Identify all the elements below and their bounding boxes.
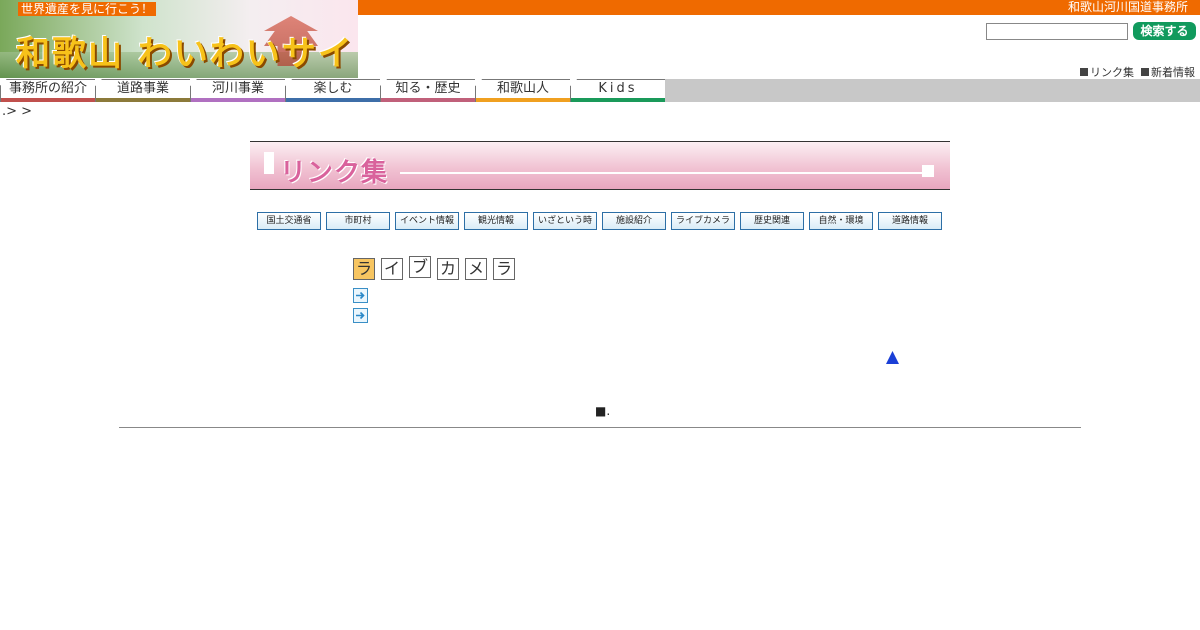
tab-corner [285,79,292,86]
footer-mark: ■. [595,404,611,418]
heading-char: ラ [353,258,375,280]
tab-corner [95,79,102,86]
site-logo[interactable]: 世界遺産を見に行こう！ 和歌山 わいわいサイト [0,0,358,78]
heading-char: メ [465,258,487,280]
category-button-mlit[interactable]: 国土交通省 [257,212,321,230]
heading-char: イ [381,258,403,280]
tab-corner [380,79,387,86]
category-button-tourism[interactable]: 観光情報 [464,212,528,230]
util-link-label: リンク集 [1090,66,1134,79]
title-line [400,172,922,174]
tab-label: 道路事業 [116,81,169,96]
util-link-links[interactable]: リンク集 [1080,64,1134,80]
util-link-label: 新着情報 [1151,66,1195,79]
category-button-municipalities[interactable]: 市町村 [326,212,390,230]
page-title: リンク集 [280,158,389,188]
arrow-right-icon[interactable] [353,288,368,303]
tab-corner [190,79,197,86]
category-button-events[interactable]: イベント情報 [395,212,459,230]
square-bullet-icon [1080,68,1088,76]
tab-color-bar [191,98,285,102]
page-title-banner: リンク集 [250,142,950,190]
heading-char: ブ [409,256,431,278]
tab-enjoy[interactable]: 楽しむ [285,79,380,102]
tab-road[interactable]: 道路事業 [95,79,190,102]
tab-river[interactable]: 河川事業 [190,79,285,102]
org-name: 和歌山河川国道事務所 [1067,0,1188,14]
tab-label: 知る・歴史 [395,81,461,96]
heading-char: カ [437,258,459,280]
tab-label: Kids [598,81,638,96]
tab-label: 河川事業 [211,81,264,96]
arrow-right-icon[interactable] [353,308,368,323]
triangle-up-icon[interactable] [885,350,900,365]
category-button-emergency[interactable]: いざという時 [533,212,597,230]
util-link-news[interactable]: 新着情報 [1141,64,1195,80]
tab-history[interactable]: 知る・歴史 [380,79,475,102]
tab-label: 事務所の紹介 [8,81,87,96]
tab-color-bar [96,98,190,102]
tab-label: 楽しむ [313,81,353,96]
tab-people[interactable]: 和歌山人 [475,79,570,102]
category-button-nature[interactable]: 自然・環境 [809,212,873,230]
tab-color-bar [1,98,95,102]
tab-label: 和歌山人 [496,81,549,96]
category-button-live-camera[interactable]: ライブカメラ [671,212,735,230]
tab-color-bar [381,98,475,102]
category-button-history[interactable]: 歴史関連 [740,212,804,230]
tab-corner [570,79,577,86]
heading-char: ラ [493,258,515,280]
logo-title: 和歌山 わいわいサイト [16,34,358,74]
logo-tagline: 世界遺産を見に行こう！ [18,2,157,16]
square-bullet-icon [1141,68,1149,76]
search-input[interactable] [986,23,1128,40]
title-marker [264,152,274,174]
tab-corner [475,79,482,86]
category-button-facilities[interactable]: 施設紹介 [602,212,666,230]
tab-color-bar [286,98,380,102]
search-button[interactable]: 検索する [1133,22,1196,40]
tab-color-bar [571,98,665,102]
tab-color-bar [476,98,570,102]
tab-kids[interactable]: Kids [570,79,665,102]
footer-divider [119,427,1081,428]
breadcrumb: .> > [2,104,33,119]
title-square [922,165,934,177]
category-button-road-info[interactable]: 道路情報 [878,212,942,230]
tab-office[interactable]: 事務所の紹介 [0,79,95,102]
tab-corner [0,79,7,86]
